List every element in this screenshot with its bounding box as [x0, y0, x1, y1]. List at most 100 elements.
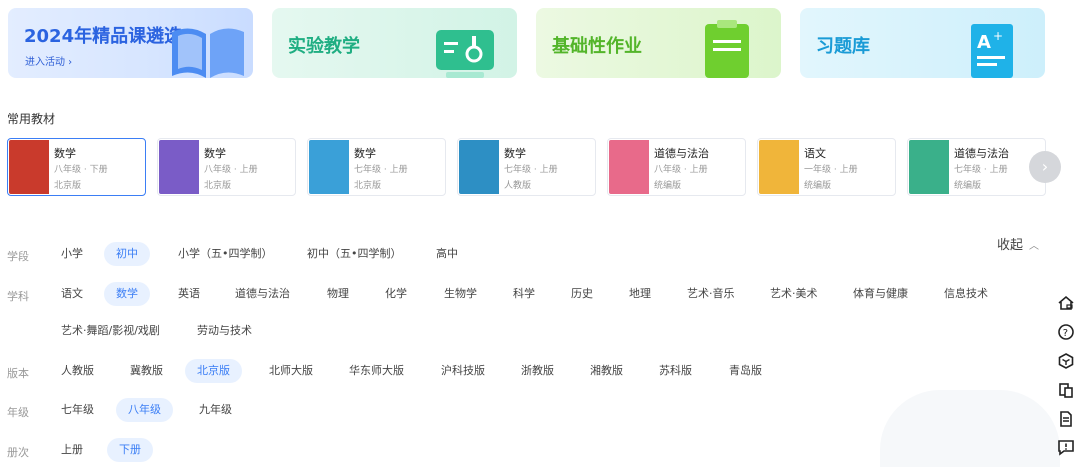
book-grade: 七年级 · 上册 [954, 165, 1008, 175]
filter-label-edition: 版本 [7, 367, 29, 380]
grade-paper-icon: A + [971, 24, 1013, 78]
filter-option-subject[interactable]: 科学 [501, 282, 547, 306]
filter-option-subject[interactable]: 化学 [373, 282, 419, 306]
filter-option-grade[interactable]: 九年级 [187, 398, 244, 422]
filter-option-subject[interactable]: 道德与法治 [223, 282, 302, 306]
textbook-card[interactable]: 语文 一年级 · 上册 统编版 [757, 138, 896, 196]
banner-title: 基础性作业 [552, 36, 642, 57]
filter-option-edition[interactable]: 苏科版 [647, 359, 704, 383]
book-version: 统编版 [654, 181, 682, 191]
textbook-card[interactable]: 数学 七年级 · 上册 北京版 [307, 138, 446, 196]
filter-option-edition[interactable]: 浙教版 [509, 359, 566, 383]
background-decoration [880, 390, 1060, 467]
book-subject: 数学 [54, 147, 76, 160]
filter-option-subject[interactable]: 艺术·音乐 [675, 282, 747, 306]
book-cover [9, 140, 49, 194]
book-grade: 一年级 · 上册 [804, 165, 858, 175]
filter-option-subject[interactable]: 英语 [166, 282, 212, 306]
cube-icon[interactable] [1057, 352, 1075, 370]
filter-label-volume: 册次 [7, 446, 29, 459]
filter-option-subject[interactable]: 语文 [49, 282, 95, 306]
home-icon[interactable] [1057, 294, 1075, 312]
filter-option-stage[interactable]: 小学（五•四学制） [166, 242, 285, 266]
filter-option-volume[interactable]: 上册 [49, 438, 95, 462]
common-textbooks-heading: 常用教材 [7, 112, 56, 126]
book-cover [309, 140, 349, 194]
collapse-filters-button[interactable]: 收起 ︿ [997, 234, 1039, 253]
book-cover [609, 140, 649, 194]
svg-text:A: A [977, 32, 991, 53]
book-cover [759, 140, 799, 194]
book-subject: 道德与法治 [954, 147, 1009, 160]
book-subject: 语文 [804, 147, 826, 160]
book-subject: 道德与法治 [654, 147, 709, 160]
banner-featured-course[interactable]: 2024年精品课遴选 进入活动 › [8, 8, 253, 78]
filter-label-stage: 学段 [7, 250, 29, 263]
copy-icon[interactable] [1057, 381, 1075, 399]
book-grade: 七年级 · 上册 [504, 165, 558, 175]
filter-option-grade[interactable]: 七年级 [49, 398, 106, 422]
book-cover [459, 140, 499, 194]
banner-experiment-teaching[interactable]: 实验教学 [272, 8, 517, 78]
banner-title: 2024年精品课遴选 [24, 26, 183, 47]
book-version: 人教版 [504, 181, 532, 191]
banner-basic-homework[interactable]: 基础性作业 [536, 8, 781, 78]
filter-option-edition[interactable]: 北京版 [185, 359, 242, 383]
carousel-next-button[interactable]: › [1029, 151, 1061, 183]
feedback-icon[interactable] [1057, 438, 1075, 456]
book-cover [909, 140, 949, 194]
book-version: 北京版 [204, 181, 232, 191]
filter-option-edition[interactable]: 北师大版 [257, 359, 325, 383]
filter-option-edition[interactable]: 湘教版 [578, 359, 635, 383]
book-subject: 数学 [504, 147, 526, 160]
filter-option-stage[interactable]: 高中 [424, 242, 470, 266]
clipboard-icon [705, 20, 749, 78]
textbook-card[interactable]: 数学 八年级 · 下册 北京版 [7, 138, 146, 196]
filter-option-subject[interactable]: 数学 [104, 282, 150, 306]
filter-option-subject[interactable]: 艺术·舞蹈/影视/戏剧 [49, 319, 172, 343]
banner-title: 习题库 [816, 36, 870, 57]
textbook-card[interactable]: 道德与法治 八年级 · 上册 统编版 [607, 138, 746, 196]
textbook-card[interactable]: 数学 八年级 · 上册 北京版 [157, 138, 296, 196]
filter-label-grade: 年级 [7, 406, 29, 419]
chevron-right-icon: › [1041, 157, 1049, 176]
book-grade: 八年级 · 上册 [204, 165, 258, 175]
filter-option-stage[interactable]: 小学 [49, 242, 95, 266]
book-subject: 数学 [204, 147, 226, 160]
textbook-card[interactable]: 数学 七年级 · 上册 人教版 [457, 138, 596, 196]
svg-text:+: + [993, 29, 1003, 43]
help-icon[interactable]: ? [1057, 323, 1075, 341]
banner-question-bank[interactable]: 习题库 A + [800, 8, 1045, 78]
filter-option-edition[interactable]: 人教版 [49, 359, 106, 383]
book-icon [172, 28, 244, 78]
filter-option-volume[interactable]: 下册 [107, 438, 153, 462]
filter-option-edition[interactable]: 沪科技版 [429, 359, 497, 383]
filter-option-edition[interactable]: 青岛版 [717, 359, 774, 383]
collapse-label: 收起 [997, 238, 1024, 253]
textbook-card[interactable]: 道德与法治 七年级 · 上册 统编版 [907, 138, 1046, 196]
book-grade: 七年级 · 上册 [354, 165, 408, 175]
book-subject: 数学 [354, 147, 376, 160]
filter-option-subject[interactable]: 劳动与技术 [185, 319, 264, 343]
filter-option-stage[interactable]: 初中 [104, 242, 150, 266]
document-icon[interactable] [1057, 410, 1075, 428]
filter-option-subject[interactable]: 信息技术 [932, 282, 1000, 306]
filter-option-subject[interactable]: 地理 [617, 282, 663, 306]
filter-option-stage[interactable]: 初中（五•四学制） [295, 242, 414, 266]
banner-title: 实验教学 [288, 36, 360, 57]
filter-option-subject[interactable]: 生物学 [432, 282, 489, 306]
filter-option-subject[interactable]: 物理 [315, 282, 361, 306]
book-version: 北京版 [54, 181, 82, 191]
filter-option-subject[interactable]: 历史 [559, 282, 605, 306]
filter-option-edition[interactable]: 冀教版 [118, 359, 175, 383]
book-grade: 八年级 · 下册 [54, 165, 108, 175]
filter-option-grade[interactable]: 八年级 [116, 398, 173, 422]
microscope-icon [436, 30, 494, 78]
book-cover [159, 140, 199, 194]
filter-option-edition[interactable]: 华东师大版 [337, 359, 416, 383]
enter-activity-link[interactable]: 进入活动 › [25, 53, 72, 68]
filter-option-subject[interactable]: 体育与健康 [841, 282, 920, 306]
filter-option-subject[interactable]: 艺术·美术 [758, 282, 830, 306]
chevron-up-icon: ︿ [1029, 241, 1040, 252]
book-version: 统编版 [804, 181, 832, 191]
